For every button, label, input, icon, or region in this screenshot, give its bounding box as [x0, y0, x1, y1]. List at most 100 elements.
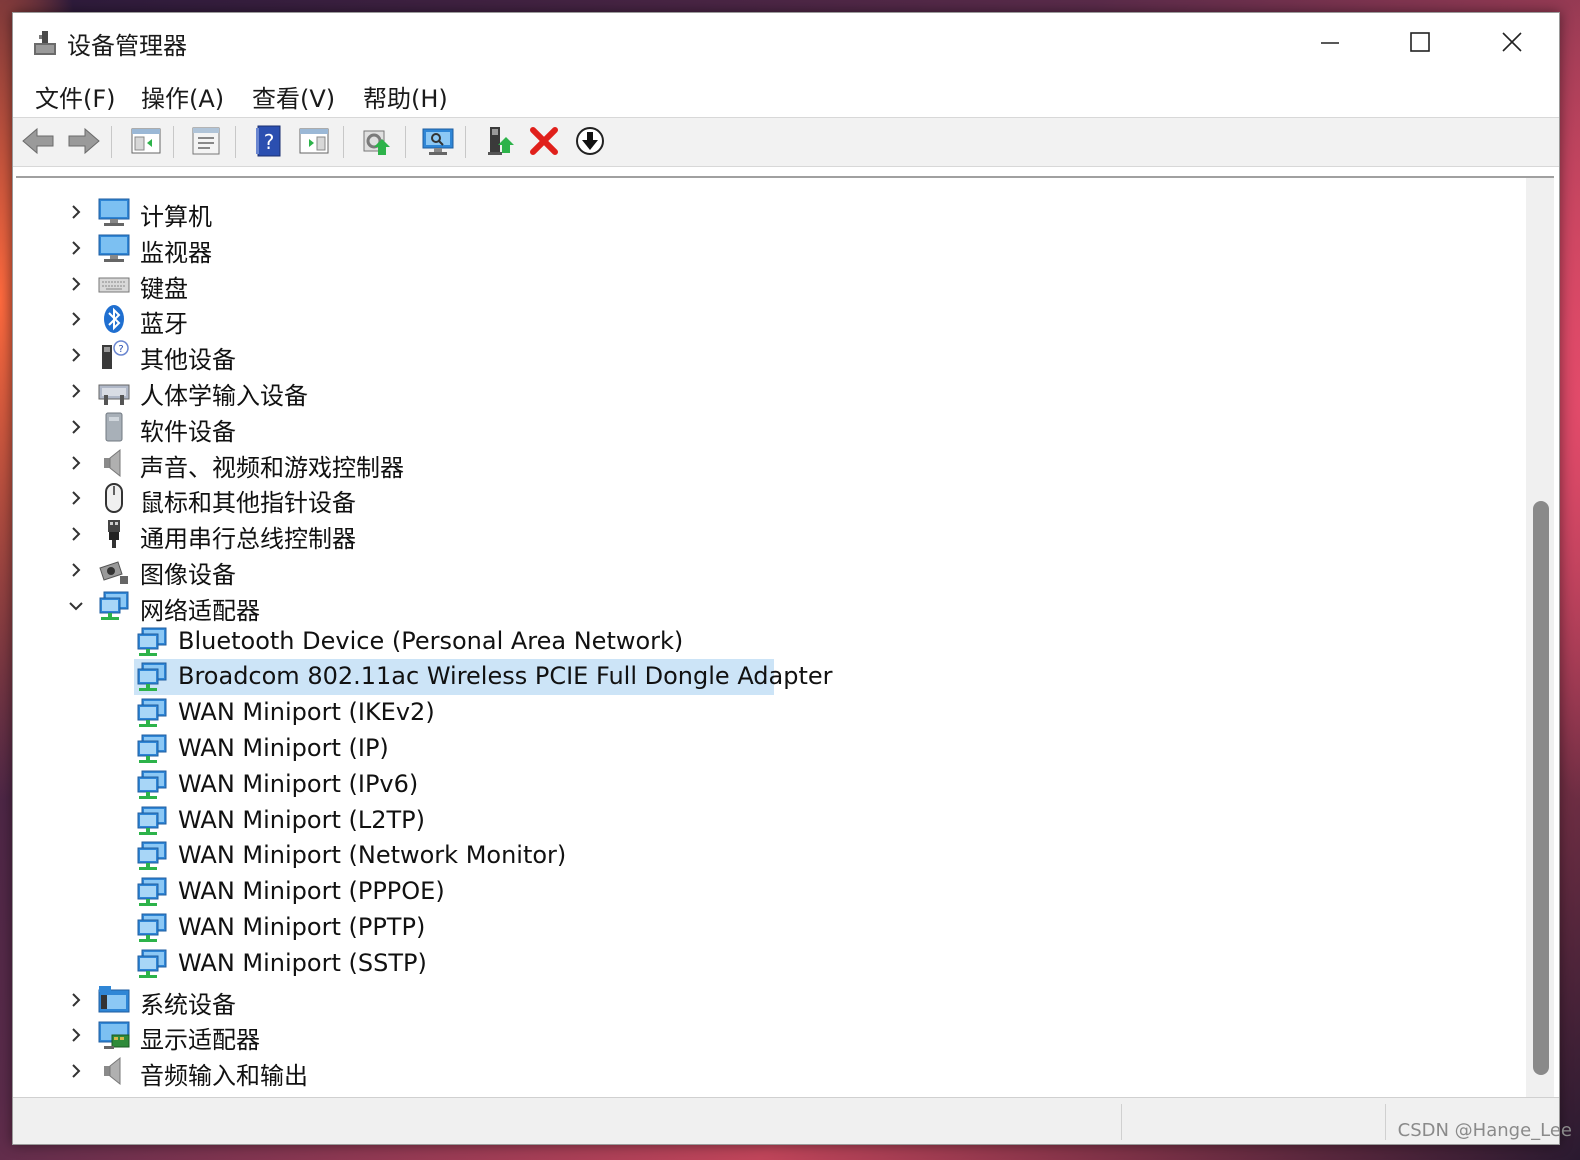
chevron-right-icon[interactable] [66, 560, 86, 580]
show-hide-tree-button[interactable] [127, 122, 165, 160]
scrollbar-thumb[interactable] [1533, 501, 1549, 1075]
tree-category-row[interactable]: 鼠标和其他指针设备 [16, 480, 1516, 517]
chevron-down-icon[interactable] [66, 596, 86, 616]
forward-button[interactable] [65, 122, 103, 160]
chevron-right-icon[interactable] [66, 274, 86, 294]
tree-device-row[interactable]: WAN Miniport (IP) [16, 731, 1516, 767]
chevron-right-icon[interactable] [66, 202, 86, 222]
menu-help[interactable]: 帮助(H) [361, 79, 450, 114]
tree-category-row[interactable]: 图像设备 [16, 552, 1516, 589]
network-adapter-icon [136, 733, 168, 765]
tree-category-label: 鼠标和其他指针设备 [140, 489, 356, 517]
menu-file[interactable]: 文件(F) [33, 79, 118, 114]
tree-category-row[interactable]: 网络适配器 [16, 588, 1516, 625]
menu-action[interactable]: 操作(A) [139, 79, 226, 114]
tree-category-row[interactable]: 音频输入和输出 [16, 1053, 1516, 1090]
back-button[interactable] [19, 122, 57, 160]
update-driver-button[interactable] [357, 122, 395, 160]
update-driver-icon [363, 130, 390, 155]
chevron-right-icon[interactable] [66, 417, 86, 437]
chevron-right-icon[interactable] [66, 453, 86, 473]
tree-category-label: 图像设备 [140, 561, 236, 589]
chevron-right-icon[interactable] [66, 345, 86, 365]
chevron-right-icon[interactable] [66, 381, 86, 401]
computer-icon [98, 196, 130, 228]
chevron-right-icon[interactable] [66, 309, 86, 329]
chevron-right-icon[interactable] [66, 1061, 86, 1081]
enable-device-button[interactable] [481, 122, 519, 160]
tree-device-label: WAN Miniport (Network Monitor) [178, 841, 567, 869]
tree-category-row[interactable]: 人体学输入设备 [16, 373, 1516, 410]
tree-category-row[interactable]: 计算机 [16, 194, 1516, 231]
tree-device-row[interactable]: Bluetooth Device (Personal Area Network) [16, 624, 1516, 660]
maximize-button[interactable] [1375, 13, 1465, 71]
keyboard-icon [98, 268, 130, 300]
bluetooth-icon [98, 303, 130, 335]
action-pane-button[interactable] [295, 122, 333, 160]
status-bar [13, 1097, 1559, 1144]
chevron-right-icon[interactable] [66, 1025, 86, 1045]
network-adapter-icon [136, 769, 168, 801]
tree-device-label: WAN Miniport (PPPOE) [178, 877, 445, 905]
minimize-button[interactable] [1285, 13, 1375, 71]
device-tree[interactable]: ? [16, 176, 1554, 1098]
tree-category-label: 通用串行总线控制器 [140, 525, 356, 553]
tree-device-row[interactable]: WAN Miniport (PPTP) [16, 910, 1516, 946]
tree-category-row[interactable]: 监视器 [16, 230, 1516, 267]
tree-device-row[interactable]: WAN Miniport (PPPOE) [16, 874, 1516, 910]
scan-hardware-button[interactable] [419, 122, 457, 160]
network-adapter-icon [136, 626, 168, 658]
help-icon: ? [256, 125, 281, 157]
menu-bar: 文件(F) 操作(A) 查看(V) 帮助(H) [13, 75, 1559, 113]
device-manager-icon [34, 31, 56, 55]
close-button[interactable] [1467, 13, 1557, 71]
uninstall-device-button[interactable] [525, 122, 563, 160]
show-hide-console-tree-icon [131, 128, 161, 154]
tree-device-label: WAN Miniport (IP) [178, 734, 389, 762]
tree-category-label: 人体学输入设备 [140, 382, 308, 410]
chevron-right-icon[interactable] [66, 488, 86, 508]
tree-category-row[interactable]: 系统设备 [16, 982, 1516, 1019]
status-separator [1385, 1104, 1386, 1140]
tree-category-label: 音频输入和输出 [140, 1062, 308, 1090]
close-icon [1502, 32, 1522, 52]
tree-category-row[interactable]: 其他设备 [16, 337, 1516, 374]
title-bar[interactable]: 设备管理器 [13, 13, 1559, 71]
tree-category-label: 键盘 [140, 275, 188, 303]
tree-device-row[interactable]: WAN Miniport (SSTP) [16, 946, 1516, 982]
network-adapter-icon [136, 661, 168, 693]
help-button[interactable]: ? [249, 122, 287, 160]
properties-button[interactable] [187, 122, 225, 160]
tree-category-row[interactable]: 键盘 [16, 266, 1516, 303]
tree-category-row[interactable]: 声音、视频和游戏控制器 [16, 445, 1516, 482]
vertical-scrollbar[interactable] [1526, 178, 1554, 1098]
network-adapter-icon [98, 590, 130, 622]
tree-category-label: 系统设备 [140, 991, 236, 1019]
svg-text:?: ? [264, 130, 275, 154]
tree-device-label: WAN Miniport (SSTP) [178, 949, 427, 977]
download-driver-icon [576, 127, 604, 155]
tree-device-label: WAN Miniport (IKEv2) [178, 698, 435, 726]
toolbar-separator [405, 126, 406, 158]
tree-category-row[interactable]: 通用串行总线控制器 [16, 516, 1516, 553]
chevron-right-icon[interactable] [66, 238, 86, 258]
tree-category-row[interactable]: 软件设备 [16, 409, 1516, 446]
tree-device-row[interactable]: WAN Miniport (L2TP) [16, 803, 1516, 839]
tree-device-row-selected[interactable]: Broadcom 802.11ac Wireless PCIE Full Don… [16, 659, 1516, 695]
tree-device-row[interactable]: WAN Miniport (IPv6) [16, 767, 1516, 803]
tree-device-row[interactable]: WAN Miniport (IKEv2) [16, 695, 1516, 731]
tree-category-row[interactable]: 显示适配器 [16, 1017, 1516, 1054]
tree-category-row[interactable]: 蓝牙 [16, 301, 1516, 338]
chevron-right-icon[interactable] [66, 990, 86, 1010]
chevron-right-icon[interactable] [66, 524, 86, 544]
toolbar: ? [13, 117, 1559, 167]
menu-view[interactable]: 查看(V) [250, 79, 337, 114]
back-arrow-icon [22, 127, 54, 155]
toolbar-separator [111, 126, 112, 158]
tree-device-row[interactable]: WAN Miniport (Network Monitor) [16, 838, 1516, 874]
download-driver-button[interactable] [571, 122, 609, 160]
scan-hardware-icon [422, 128, 454, 155]
tree-category-label: 软件设备 [140, 418, 236, 446]
tree-category-label: 蓝牙 [140, 310, 188, 338]
toolbar-separator [343, 126, 344, 158]
